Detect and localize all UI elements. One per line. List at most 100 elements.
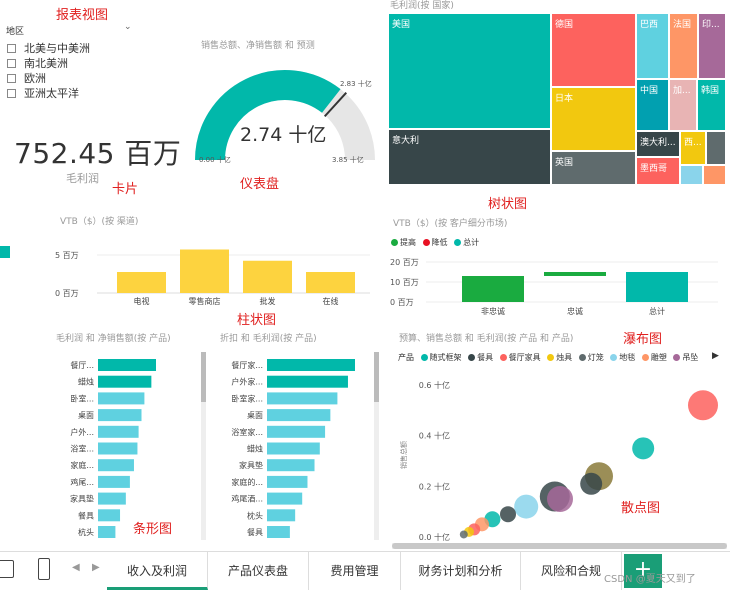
tab-financial-planning[interactable]: 财务计划和分析 <box>401 552 521 590</box>
checkbox[interactable] <box>7 73 16 83</box>
y-tick-label: 枕头 <box>247 510 263 520</box>
legend-swatch <box>610 354 618 361</box>
legend-swatch <box>673 354 681 361</box>
tab-revenue-profit[interactable]: 收入及利润 <box>107 552 208 590</box>
legend-swatch <box>454 239 462 246</box>
treemap-tile[interactable]: 德国 <box>551 13 636 87</box>
gauge-chart <box>195 70 375 161</box>
bar <box>267 425 326 438</box>
bar-left-chart: 餐厅... 蜡烛卧室... 桌面户外... 浴室... 家庭... 鸡尾... 家具垫餐具杭… <box>70 359 156 538</box>
slicer-item[interactable]: 北美与中美洲 <box>7 40 90 56</box>
bar <box>98 442 138 455</box>
tab-product-dashboard[interactable]: 产品仪表盘 <box>208 552 309 590</box>
legend-label: 随式框架 <box>429 353 462 362</box>
bar <box>267 375 348 388</box>
legend-label: 餐具 <box>477 353 494 362</box>
treemap-tile[interactable]: 日本 <box>551 87 636 151</box>
horizontal-scrollbar-thumb[interactable] <box>392 543 727 549</box>
legend-label: 雕塑 <box>650 353 667 362</box>
treemap-tile[interactable]: 西... <box>680 131 706 165</box>
treemap-tile[interactable]: 中国 <box>636 79 669 131</box>
checkbox[interactable] <box>7 58 16 68</box>
treemap-tile[interactable]: 法国 <box>669 13 698 79</box>
treemap-tile[interactable] <box>680 165 703 185</box>
column-chart: 5 百万 0 百万电视 零售商店 批发 在线 <box>55 249 370 306</box>
treemap-tile[interactable] <box>706 131 726 165</box>
y-tick-label: 0.0 十亿 <box>419 532 450 542</box>
checkbox[interactable] <box>7 88 16 98</box>
treemap-tile[interactable] <box>703 165 726 185</box>
slicer-title: 地区 <box>6 27 25 37</box>
treemap-title: 毛利润(按 国家) <box>390 1 454 11</box>
page-tabs-bar: ◀ ▶ 收入及利润 产品仪表盘 费用管理 财务计划和分析 风险和合规 + CSD… <box>0 551 730 590</box>
y-tick-label: 蜡烛 <box>78 377 94 387</box>
treemap-tile[interactable]: 加... <box>669 79 697 131</box>
treemap-tile[interactable]: 印... <box>698 13 726 79</box>
y-tick-label: 0 百万 <box>390 298 414 307</box>
waterfall-chart: 20 百万 10 百万 0 百万非忠诚 忠诚 总计 <box>390 258 718 316</box>
treemap-tile[interactable]: 澳大利... <box>636 131 680 157</box>
scatter-point <box>459 530 468 539</box>
chevron-right-icon[interactable]: ▶ <box>92 562 100 573</box>
y-tick-label: 鸡尾... <box>70 477 94 487</box>
y-tick-label: 0.2 十亿 <box>419 481 450 491</box>
chevron-left-icon[interactable]: ◀ <box>72 562 80 573</box>
tab-expense-management[interactable]: 费用管理 <box>309 552 401 590</box>
y-tick-label: 浴室... <box>70 444 94 454</box>
y-tick-label: 家庭... <box>70 460 94 470</box>
scatter-legend: 产品 随式框架 餐具 餐厅家具 烛具 灯笼 地毯 雕塑 吊坠 <box>398 352 698 363</box>
treemap-tile[interactable]: 韩国 <box>697 79 726 131</box>
y-tick-label: 户外... <box>70 427 94 437</box>
slicer-item[interactable]: 亚洲太平洋 <box>7 85 79 101</box>
slicer-item-label: 亚洲太平洋 <box>24 87 79 100</box>
legend-label: 餐厅家具 <box>508 353 541 362</box>
bar <box>267 359 355 371</box>
y-tick-label: 蜡烛 <box>247 444 263 454</box>
treemap-tile[interactable]: 意大利 <box>388 129 551 185</box>
legend-label: 吊坠 <box>682 353 699 362</box>
slicer-item[interactable]: 南北美洲 <box>7 55 68 71</box>
waterfall-title: VTB（$）(按 客户细分市场) <box>393 219 508 229</box>
y-tick-label: 鸡尾酒... <box>231 494 263 504</box>
scatter-chart: 0.6 十亿 0.4 十亿 0.2 十亿 0.0 十亿 销售总额 <box>399 380 718 542</box>
x-tick-label: 电视 <box>134 296 150 306</box>
scrollbar-thumb[interactable] <box>201 352 206 402</box>
y-tick-label: 0.4 十亿 <box>419 431 450 441</box>
bar <box>98 375 152 388</box>
chevron-right-icon[interactable]: ▶ <box>712 351 719 361</box>
treemap-tile[interactable]: 墨西哥 <box>636 157 680 185</box>
bar <box>267 392 338 405</box>
scrollbar-thumb[interactable] <box>374 352 379 402</box>
scatter-point <box>688 390 718 421</box>
gauge-max-label: 3.85 十亿 <box>332 156 364 164</box>
checkbox[interactable] <box>7 43 16 53</box>
annotation-report-view: 报表视图 <box>56 8 109 23</box>
y-tick-label: 户外家... <box>231 377 263 387</box>
column-bar <box>180 249 229 293</box>
selection-marker <box>0 246 10 258</box>
legend-label: 地毯 <box>619 353 636 362</box>
scatter-point <box>580 472 603 495</box>
bar-left-title: 毛利润 和 净销售额(按 产品) <box>56 334 171 344</box>
treemap: 美国 德国 巴西 法国 印... 日本 中国 加... 韩国 意大利 英国 澳大… <box>388 13 726 185</box>
chevron-down-icon[interactable]: ⌄ <box>124 22 132 32</box>
treemap-tile[interactable]: 巴西 <box>636 13 669 79</box>
bar <box>98 526 116 538</box>
desktop-view-icon[interactable] <box>0 560 14 578</box>
legend-label: 提高 <box>400 238 416 247</box>
legend-swatch <box>641 354 649 361</box>
legend-label: 降低 <box>431 238 448 247</box>
phone-view-icon[interactable] <box>38 558 50 580</box>
legend-label: 灯笼 <box>587 353 604 362</box>
treemap-tile[interactable]: 美国 <box>388 13 551 129</box>
y-tick-label: 餐具 <box>78 511 94 520</box>
x-tick-label: 忠诚 <box>567 306 583 316</box>
y-tick-label: 餐具 <box>247 528 263 537</box>
scatter-point <box>500 506 516 523</box>
treemap-tile[interactable]: 英国 <box>551 151 636 185</box>
column-bar <box>306 272 355 293</box>
column-bar <box>243 260 292 293</box>
slicer-item[interactable]: 欧洲 <box>7 70 46 86</box>
x-tick-label: 总计 <box>649 306 665 316</box>
waterfall-legend: 提高 降低 总计 <box>391 237 479 248</box>
